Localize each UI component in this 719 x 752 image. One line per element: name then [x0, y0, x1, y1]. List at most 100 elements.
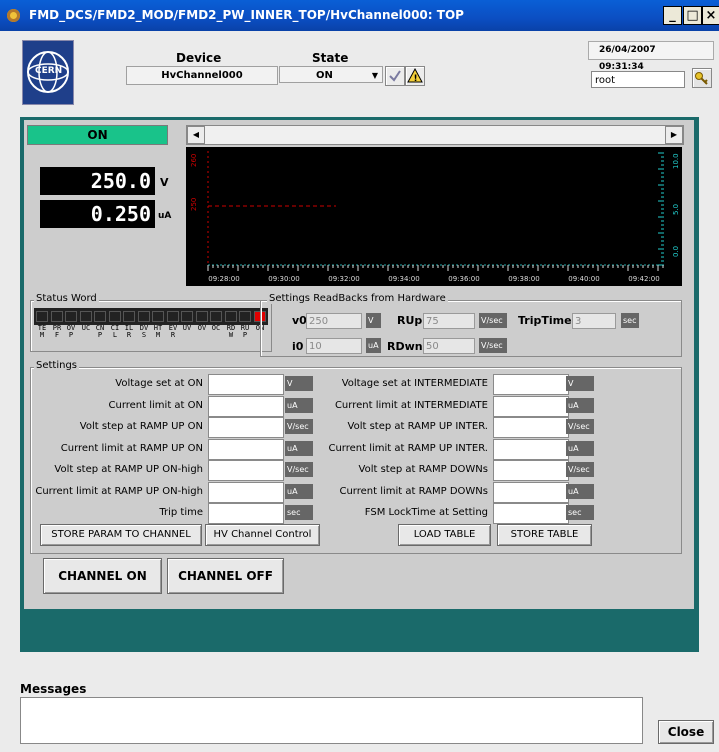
- setting-unit: uA: [566, 398, 594, 413]
- status-led: [36, 311, 48, 322]
- triptime-unit: sec: [621, 313, 639, 328]
- i0-field: 10: [306, 338, 362, 354]
- messages-box[interactable]: [20, 697, 643, 744]
- setting-unit: uA: [566, 484, 594, 499]
- datetime-display: 26/04/2007 09:31:34: [588, 41, 714, 72]
- channel-state-indicator: ON: [27, 125, 168, 145]
- hv-channel-control-button[interactable]: HV Channel Control: [205, 524, 320, 546]
- setting-unit: V: [285, 376, 313, 391]
- status-led: [80, 311, 92, 322]
- device-label: Device: [176, 51, 222, 65]
- setting-label: Current limit at RAMP UP ON: [60, 443, 203, 454]
- channel-off-button[interactable]: CHANNEL OFF: [167, 558, 284, 594]
- setting-unit: uA: [285, 441, 313, 456]
- setting-input[interactable]: [493, 460, 569, 481]
- left-axis-label-top: 260: [190, 154, 198, 167]
- setting-label: Volt step at RAMP UP ON: [79, 421, 203, 432]
- v0-label: v0: [292, 314, 307, 327]
- chevron-down-icon[interactable]: ▼: [372, 67, 378, 84]
- time-axis-label: 09:32:00: [328, 275, 359, 283]
- left-axis-label-mid: 250: [190, 198, 198, 211]
- right-axis-label: 10.0: [672, 153, 680, 169]
- store-param-button[interactable]: STORE PARAM TO CHANNEL: [40, 524, 202, 546]
- status-led: [225, 311, 237, 322]
- setting-input[interactable]: [493, 439, 569, 460]
- right-axis-label: 5.0: [672, 204, 680, 215]
- setting-label: Current limit at RAMP DOWNs: [339, 486, 488, 497]
- app-icon: [7, 9, 20, 22]
- time-axis-label: 09:30:00: [268, 275, 299, 283]
- status-led: [239, 311, 251, 322]
- setting-input[interactable]: [208, 396, 284, 417]
- current-unit: uA: [158, 211, 172, 221]
- setting-input[interactable]: [493, 417, 569, 438]
- rup-label: RUp: [397, 314, 423, 327]
- setting-input[interactable]: [208, 417, 284, 438]
- time-axis-label: 09:28:00: [208, 275, 239, 283]
- state-select[interactable]: ON ▼: [279, 66, 383, 83]
- trend-scrollbar[interactable]: ◀ ▶: [186, 125, 684, 145]
- warning-button[interactable]: !: [405, 66, 425, 86]
- status-led: [51, 311, 63, 322]
- state-value: ON: [316, 70, 333, 81]
- time-axis-label: 09:38:00: [508, 275, 539, 283]
- confirm-check-button[interactable]: [385, 66, 405, 86]
- minimize-button[interactable]: _: [663, 6, 682, 25]
- setting-input[interactable]: [208, 374, 284, 395]
- status-led: [65, 311, 77, 322]
- close-button[interactable]: Close: [658, 720, 714, 744]
- setting-input[interactable]: [493, 374, 569, 395]
- trend-chart[interactable]: 260 250 10.0 5.0 0.0 09:28:00 09:30:00 09:32:00…: [186, 147, 682, 286]
- status-bit-label: UC: [81, 324, 91, 332]
- rup-field: 75: [423, 313, 475, 329]
- load-table-button[interactable]: LOAD TABLE: [398, 524, 491, 546]
- rdwn-field: 50: [423, 338, 475, 354]
- setting-label: Current limit at INTERMEDIATE: [334, 400, 488, 411]
- user-field[interactable]: root: [591, 71, 685, 88]
- setting-unit: sec: [285, 505, 313, 520]
- setting-label: FSM LockTime at Setting: [364, 507, 488, 518]
- status-bit-label: CIL: [110, 324, 120, 339]
- setting-label: Voltage set at ON: [115, 378, 203, 389]
- setting-unit: uA: [285, 398, 313, 413]
- login-key-button[interactable]: [692, 68, 712, 88]
- v0-unit: V: [366, 313, 381, 328]
- scroll-right-button[interactable]: ▶: [665, 126, 683, 144]
- setting-unit: V/sec: [566, 462, 594, 477]
- channel-on-button[interactable]: CHANNEL ON: [43, 558, 162, 594]
- status-led: [181, 311, 193, 322]
- setting-label: Trip time: [159, 507, 203, 518]
- setting-unit: V: [566, 376, 594, 391]
- warning-icon: !: [407, 67, 423, 84]
- status-led: [109, 311, 121, 322]
- messages-title: Messages: [20, 682, 87, 696]
- setting-input[interactable]: [208, 460, 284, 481]
- setting-input[interactable]: [493, 503, 569, 524]
- scroll-left-button[interactable]: ◀: [187, 126, 205, 144]
- title-bar[interactable]: FMD_DCS/FMD2_MOD/FMD2_PW_INNER_TOP/HvCha…: [0, 0, 719, 31]
- setting-label: Current limit at RAMP UP INTER.: [328, 443, 488, 454]
- store-table-button[interactable]: STORE TABLE: [497, 524, 592, 546]
- setting-input[interactable]: [493, 396, 569, 417]
- time-axis-label: 09:42:00: [628, 275, 659, 283]
- status-led: [138, 311, 150, 322]
- status-bit-label: ILR: [124, 324, 134, 339]
- status-led: [196, 311, 208, 322]
- setting-input[interactable]: [208, 503, 284, 524]
- time-axis-label: 09:40:00: [568, 275, 599, 283]
- setting-input[interactable]: [208, 482, 284, 503]
- key-icon: [695, 72, 708, 85]
- maximize-button[interactable]: □: [683, 6, 702, 25]
- setting-unit: sec: [566, 505, 594, 520]
- close-window-button[interactable]: ×: [702, 6, 719, 25]
- setting-input[interactable]: [493, 482, 569, 503]
- status-led: [123, 311, 135, 322]
- logo-text: CERN: [35, 66, 63, 76]
- status-led: [167, 311, 179, 322]
- trend-chart-svg: 260 250 10.0 5.0 0.0 09:28:00 09:30:00 09:32:00…: [190, 151, 680, 283]
- right-axis-label: 0.0: [672, 246, 680, 257]
- settings-title: Settings: [34, 360, 80, 371]
- window-title: FMD_DCS/FMD2_MOD/FMD2_PW_INNER_TOP/HvCha…: [29, 8, 464, 22]
- voltage-readout: 250.0: [40, 167, 155, 195]
- setting-input[interactable]: [208, 439, 284, 460]
